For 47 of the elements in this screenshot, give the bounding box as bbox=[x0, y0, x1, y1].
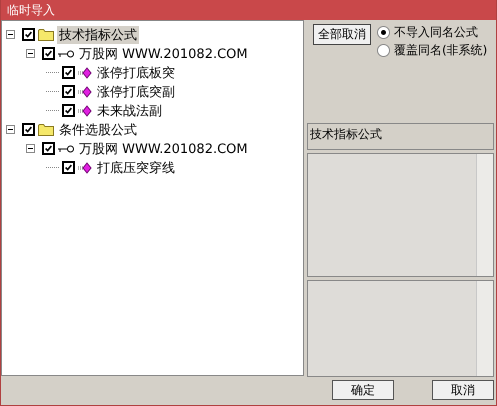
checkbox[interactable] bbox=[62, 85, 75, 98]
checkmark-icon bbox=[64, 106, 73, 115]
checkbox[interactable] bbox=[22, 123, 35, 136]
radio-button[interactable] bbox=[377, 26, 390, 39]
checkmark-icon bbox=[24, 30, 33, 39]
checkmark-icon bbox=[24, 125, 33, 134]
tree-item[interactable]: 技术指标公式 bbox=[57, 26, 139, 44]
checkmark-icon bbox=[64, 163, 73, 172]
scrollbar[interactable] bbox=[476, 154, 493, 276]
tree-item[interactable]: 涨停打底板突 bbox=[95, 64, 177, 82]
tree-item[interactable]: 万股网 WWW.201082.COM bbox=[77, 44, 250, 62]
checkbox[interactable] bbox=[42, 47, 55, 60]
diamond-icon bbox=[78, 86, 92, 98]
key-icon bbox=[58, 50, 74, 58]
tree-item[interactable]: 条件选股公式 bbox=[57, 120, 139, 138]
checkmark-icon bbox=[44, 49, 53, 58]
category-label: 技术指标公式 bbox=[310, 127, 382, 141]
tree-item[interactable]: 涨停打底突副 bbox=[95, 82, 177, 100]
checkbox[interactable] bbox=[62, 104, 75, 117]
radio-label: 覆盖同名(非系统) bbox=[394, 42, 488, 59]
key-icon bbox=[58, 144, 74, 152]
radio-label: 不导入同名公式 bbox=[394, 24, 478, 41]
diamond-icon bbox=[78, 66, 92, 78]
window-title: 临时导入 bbox=[7, 2, 55, 18]
checkmark-icon bbox=[64, 87, 73, 96]
diamond-icon bbox=[78, 104, 92, 116]
radio-button[interactable] bbox=[377, 44, 390, 57]
expander-icon[interactable] bbox=[26, 144, 35, 153]
checkmark-icon bbox=[64, 68, 73, 77]
diamond-icon bbox=[78, 162, 92, 174]
tree-item[interactable]: 打底压突穿线 bbox=[95, 158, 177, 176]
cancel-all-button[interactable]: 全部取消 bbox=[313, 24, 371, 45]
checkmark-icon bbox=[44, 144, 53, 153]
dialog-button[interactable]: 确定 bbox=[332, 380, 394, 400]
folder-icon bbox=[38, 123, 54, 136]
dialog-button[interactable]: 取消 bbox=[432, 380, 494, 400]
folder-icon bbox=[38, 28, 54, 41]
checkbox[interactable] bbox=[62, 66, 75, 79]
scrollbar[interactable] bbox=[476, 281, 493, 376]
checkbox[interactable] bbox=[62, 161, 75, 174]
tree-item[interactable]: 未来战法副 bbox=[95, 102, 164, 120]
tree-item[interactable]: 万股网 WWW.201082.COM bbox=[77, 140, 250, 158]
expander-icon[interactable] bbox=[26, 49, 35, 58]
expander-icon[interactable] bbox=[6, 125, 15, 134]
checkbox[interactable] bbox=[22, 28, 35, 41]
expander-icon[interactable] bbox=[6, 30, 15, 39]
checkbox[interactable] bbox=[42, 142, 55, 155]
